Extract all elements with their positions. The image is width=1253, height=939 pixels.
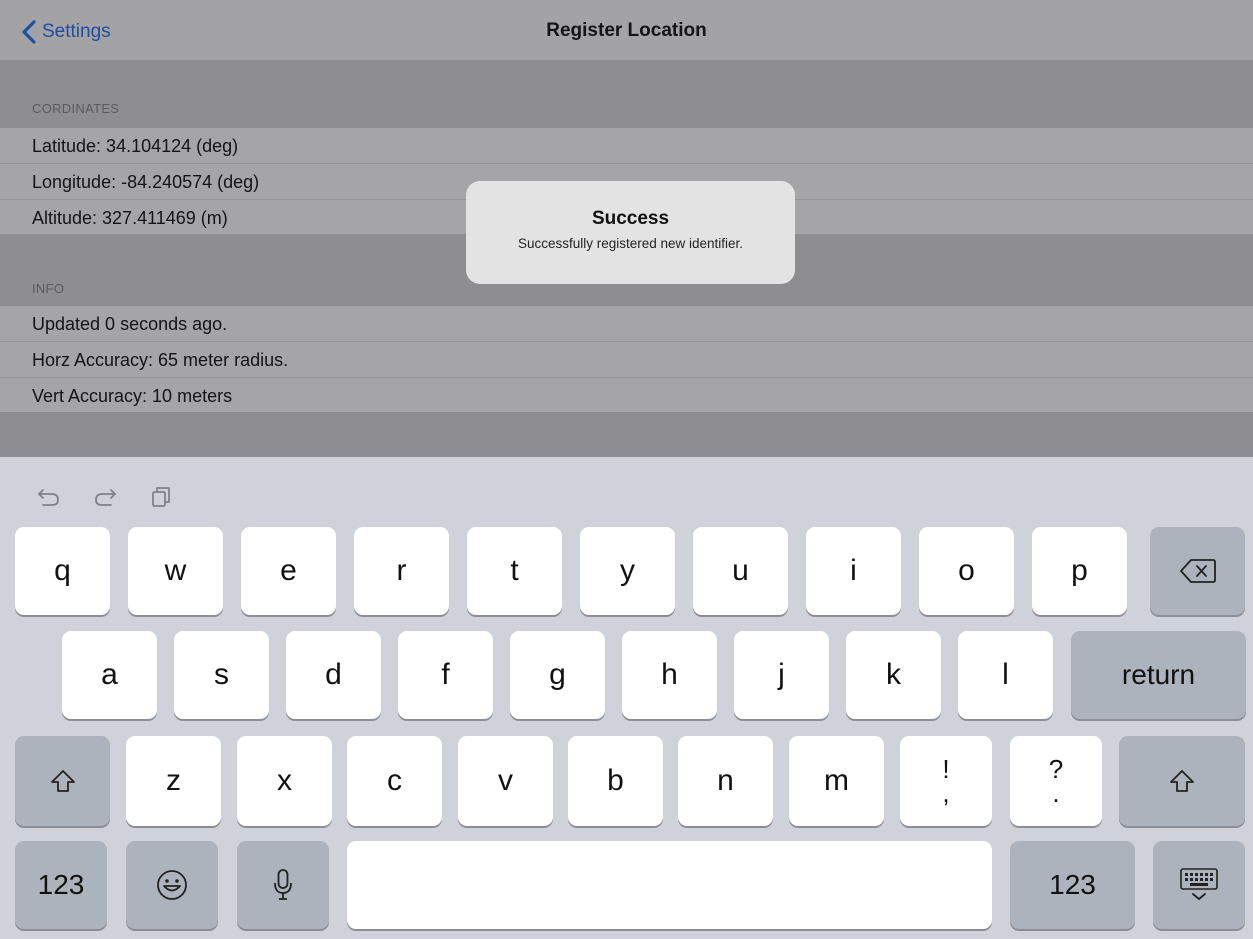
info-group: Updated 0 seconds ago. Horz Accuracy: 65…: [0, 305, 1253, 413]
key-period-label: .: [1052, 778, 1060, 808]
key-p[interactable]: p: [1032, 527, 1127, 615]
key-k[interactable]: k: [846, 631, 941, 719]
key-x[interactable]: x: [237, 736, 332, 826]
key-n[interactable]: n: [678, 736, 773, 826]
shift-key-left[interactable]: [15, 736, 110, 826]
key-t[interactable]: t: [467, 527, 562, 615]
key-w[interactable]: w: [128, 527, 223, 615]
updated-row[interactable]: Updated 0 seconds ago.: [0, 305, 1253, 341]
numbers-key-left[interactable]: 123: [15, 841, 107, 929]
key-q[interactable]: q: [15, 527, 110, 615]
page-title: Register Location: [546, 20, 707, 41]
shift-icon: [50, 770, 75, 792]
key-o[interactable]: o: [919, 527, 1014, 615]
delete-key[interactable]: [1150, 527, 1245, 615]
key-j[interactable]: j: [734, 631, 829, 719]
numbers-key-right[interactable]: 123: [1010, 841, 1135, 929]
redo-icon[interactable]: [92, 484, 118, 508]
key-a[interactable]: a: [62, 631, 157, 719]
key-g[interactable]: g: [510, 631, 605, 719]
key-b[interactable]: b: [568, 736, 663, 826]
key-e[interactable]: e: [241, 527, 336, 615]
key-i[interactable]: i: [806, 527, 901, 615]
key-y[interactable]: y: [580, 527, 675, 615]
keyboard: q w e r t y u i o p a s d f g h j k l re…: [0, 457, 1253, 939]
key-v[interactable]: v: [458, 736, 553, 826]
key-m[interactable]: m: [789, 736, 884, 826]
return-key[interactable]: return: [1071, 631, 1246, 719]
latitude-row[interactable]: Latitude: 34.104124 (deg): [0, 127, 1253, 163]
shift-icon: [1170, 770, 1194, 792]
microphone-icon: [274, 869, 292, 900]
key-f[interactable]: f: [398, 631, 493, 719]
key-z[interactable]: z: [126, 736, 221, 826]
alert-message: Successfully registered new identifier.: [517, 236, 744, 251]
keyboard-dismiss-icon: [1180, 868, 1218, 900]
keyboard-shortcut-bar: [36, 484, 174, 508]
key-s[interactable]: s: [174, 631, 269, 719]
dismiss-keyboard-key[interactable]: [1153, 841, 1245, 929]
navigation-bar: Settings Register Location: [0, 0, 1253, 61]
paste-icon[interactable]: [148, 484, 174, 508]
space-bar[interactable]: [347, 841, 992, 929]
key-exclamation-comma[interactable]: ! ,: [900, 736, 992, 826]
key-r[interactable]: r: [354, 527, 449, 615]
undo-icon[interactable]: [36, 484, 62, 508]
key-h[interactable]: h: [622, 631, 717, 719]
emoji-key[interactable]: [126, 841, 218, 929]
key-u[interactable]: u: [693, 527, 788, 615]
emoji-icon: [157, 870, 187, 900]
key-d[interactable]: d: [286, 631, 381, 719]
key-question-period[interactable]: ? .: [1010, 736, 1102, 826]
alert-title: Success: [591, 208, 670, 229]
shift-key-right[interactable]: [1119, 736, 1245, 826]
horizontal-accuracy-row[interactable]: Horz Accuracy: 65 meter radius.: [0, 341, 1253, 377]
section-header-coordinates: CORDINATES: [32, 101, 120, 116]
key-l[interactable]: l: [958, 631, 1053, 719]
section-header-info: INFO: [32, 281, 65, 296]
success-alert[interactable]: Success Successfully registered new iden…: [466, 181, 795, 284]
dictation-key[interactable]: [237, 841, 329, 929]
vertical-accuracy-row[interactable]: Vert Accuracy: 10 meters: [0, 377, 1253, 413]
key-c[interactable]: c: [347, 736, 442, 826]
key-comma-label: ,: [942, 778, 950, 808]
delete-icon: [1179, 559, 1216, 583]
